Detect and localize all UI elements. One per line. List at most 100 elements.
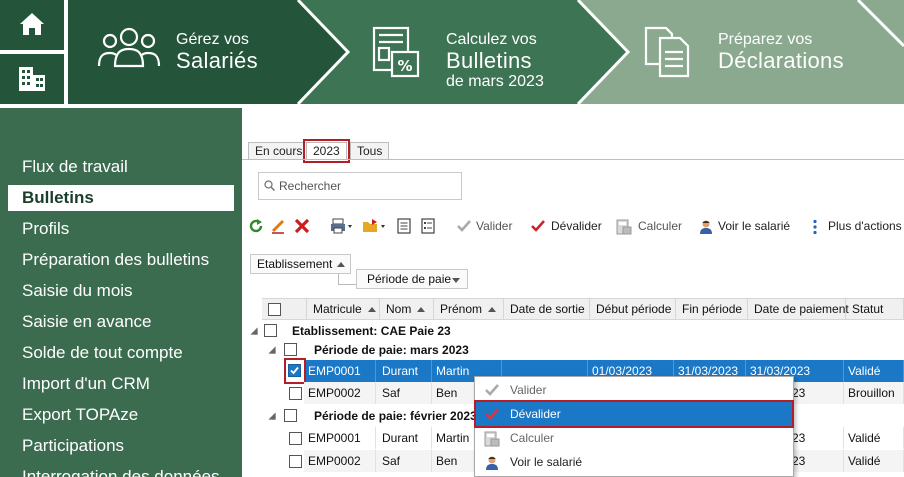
- ctx-valider[interactable]: Valider: [476, 378, 792, 402]
- group-period-title: Période de paie: mars 2023: [314, 343, 469, 357]
- col-matricule[interactable]: Matricule: [306, 299, 380, 320]
- voir-salarie-button[interactable]: Voir le salarié: [698, 216, 790, 236]
- valider-button[interactable]: Valider: [456, 216, 512, 236]
- workflow-banner: Gérez vos Salariés % Calculez vos Bullet…: [68, 0, 904, 104]
- cell-statut: Validé: [844, 427, 904, 449]
- group-etablissement[interactable]: Etablissement: [250, 254, 351, 274]
- export-folder-icon[interactable]: [362, 218, 388, 234]
- sidebar-item-saisie-mois[interactable]: Saisie du mois: [8, 278, 234, 304]
- tab-en-cours[interactable]: En cours: [248, 142, 310, 160]
- tab-tous[interactable]: Tous: [350, 142, 390, 160]
- step-salaries-line1: Gérez vos: [176, 31, 249, 48]
- plus-actions-button[interactable]: Plus d'actions: [810, 216, 902, 236]
- cell-statut: Validé: [844, 360, 904, 382]
- sidebar-item-solde[interactable]: Solde de tout compte: [8, 340, 234, 366]
- group-periode[interactable]: Période de paie: [356, 269, 468, 289]
- step-bulletins-line1: Calculez vos: [446, 31, 537, 48]
- calculator-icon: [616, 219, 632, 235]
- row-checkbox[interactable]: [289, 432, 302, 445]
- col-date-sortie[interactable]: Date de sortie: [504, 299, 590, 320]
- group-period-title: Période de paie: février 2023: [314, 409, 477, 423]
- devalider-button[interactable]: Dévalider: [530, 216, 602, 236]
- col-date-paiement[interactable]: Date de paiement: [748, 299, 849, 320]
- check-icon: [485, 384, 499, 396]
- cell-nom: Saf: [378, 450, 432, 472]
- sidebar-item-export[interactable]: Export TOPAze: [8, 402, 234, 428]
- sort-up-icon: [488, 307, 497, 312]
- col-statut[interactable]: Statut: [846, 299, 904, 320]
- cell-statut: Brouillon: [844, 382, 904, 404]
- edit-icon[interactable]: [270, 218, 286, 234]
- select-all-checkbox[interactable]: [268, 303, 281, 316]
- calculer-button[interactable]: Calculer: [616, 216, 682, 236]
- collapse-icon[interactable]: [268, 346, 276, 354]
- ctx-voir-salarie-label: Voir le salarié: [510, 455, 583, 469]
- row-checkbox-cell[interactable]: [284, 358, 306, 384]
- collapse-icon[interactable]: [268, 412, 276, 420]
- print-icon[interactable]: [330, 218, 354, 234]
- company-button[interactable]: [0, 54, 64, 104]
- document-icon[interactable]: [396, 218, 412, 234]
- group-checkbox[interactable]: [284, 409, 297, 422]
- sidebar-item-interrogation[interactable]: Interrogation des données: [8, 464, 234, 477]
- context-menu: Valider Dévalider Calculer Voir le salar…: [474, 376, 794, 477]
- toolbar: Valider Dévalider Calculer Voir le salar…: [242, 214, 904, 238]
- ctx-voir-salarie[interactable]: Voir le salarié: [476, 450, 792, 474]
- row-checkbox[interactable]: [289, 455, 302, 468]
- group-etablissement-label: Etablissement: [257, 257, 333, 271]
- list-document-icon[interactable]: [420, 218, 436, 234]
- sidebar-item-import-crm[interactable]: Import d'un CRM: [8, 371, 234, 397]
- cell-nom: Durant: [378, 427, 432, 449]
- col-matricule-label: Matricule: [313, 302, 362, 316]
- ctx-devalider[interactable]: Dévalider: [474, 400, 794, 428]
- users-icon: [97, 27, 161, 68]
- payslip-icon: %: [372, 26, 420, 78]
- tab-2023[interactable]: 2023: [303, 139, 350, 163]
- row-checkbox-checked[interactable]: [288, 364, 301, 377]
- sidebar-item-participations[interactable]: Participations: [8, 433, 234, 459]
- tab-divider: [242, 159, 904, 160]
- app-window: Gérez vos Salariés % Calculez vos Bullet…: [0, 0, 904, 477]
- group-checkbox[interactable]: [284, 343, 297, 356]
- group-row-mars[interactable]: Période de paie: mars 2023: [242, 339, 904, 361]
- group-checkbox[interactable]: [264, 324, 277, 337]
- delete-icon[interactable]: [294, 218, 310, 234]
- sidebar-item-flux[interactable]: Flux de travail: [8, 154, 234, 180]
- step-bulletins-title: Bulletins: [446, 48, 532, 73]
- search-icon: [264, 180, 275, 191]
- refresh-icon[interactable]: [248, 218, 264, 234]
- sidebar-item-bulletins[interactable]: Bulletins: [8, 185, 234, 211]
- svg-text:%: %: [397, 57, 412, 75]
- check-icon: [457, 220, 471, 232]
- sidebar-item-preparation[interactable]: Préparation des bulletins: [8, 247, 234, 273]
- home-button[interactable]: [0, 0, 64, 50]
- col-prenom[interactable]: Prénom: [434, 299, 504, 320]
- step-declarations[interactable]: Préparez vos Déclarations: [630, 0, 858, 104]
- sort-up-icon: [417, 307, 426, 312]
- col-nom[interactable]: Nom: [380, 299, 434, 320]
- search-placeholder: Rechercher: [279, 179, 342, 193]
- check-red-icon: [485, 408, 499, 420]
- cell-matricule: EMP0001: [304, 360, 376, 382]
- cell-nom: Saf: [378, 382, 432, 404]
- col-debut-periode[interactable]: Début période: [590, 299, 676, 320]
- sidebar-item-saisie-avance[interactable]: Saisie en avance: [8, 309, 234, 335]
- collapse-icon[interactable]: [250, 327, 258, 335]
- plus-actions-label: Plus d'actions: [828, 219, 902, 233]
- col-fin-periode[interactable]: Fin période: [676, 299, 748, 320]
- group-periode-label: Période de paie: [367, 272, 452, 286]
- documents-icon: [644, 26, 690, 78]
- calculator-icon: [484, 431, 500, 447]
- cell-nom: Durant: [378, 360, 432, 382]
- step-bulletins[interactable]: % Calculez vos Bulletins de mars 2023: [350, 0, 578, 104]
- group-connector-h: [338, 284, 356, 285]
- sidebar-item-profils[interactable]: Profils: [8, 216, 234, 242]
- cell-statut: Validé: [844, 450, 904, 472]
- step-bulletins-period: de mars 2023: [446, 73, 544, 90]
- period-tabs: En cours 2023 Tous: [242, 138, 904, 163]
- ctx-calculer-label: Calculer: [510, 431, 555, 445]
- ctx-calculer[interactable]: Calculer: [476, 426, 792, 450]
- search-input[interactable]: Rechercher: [258, 172, 462, 200]
- row-checkbox[interactable]: [289, 387, 302, 400]
- step-salaries[interactable]: Gérez vos Salariés: [68, 0, 298, 104]
